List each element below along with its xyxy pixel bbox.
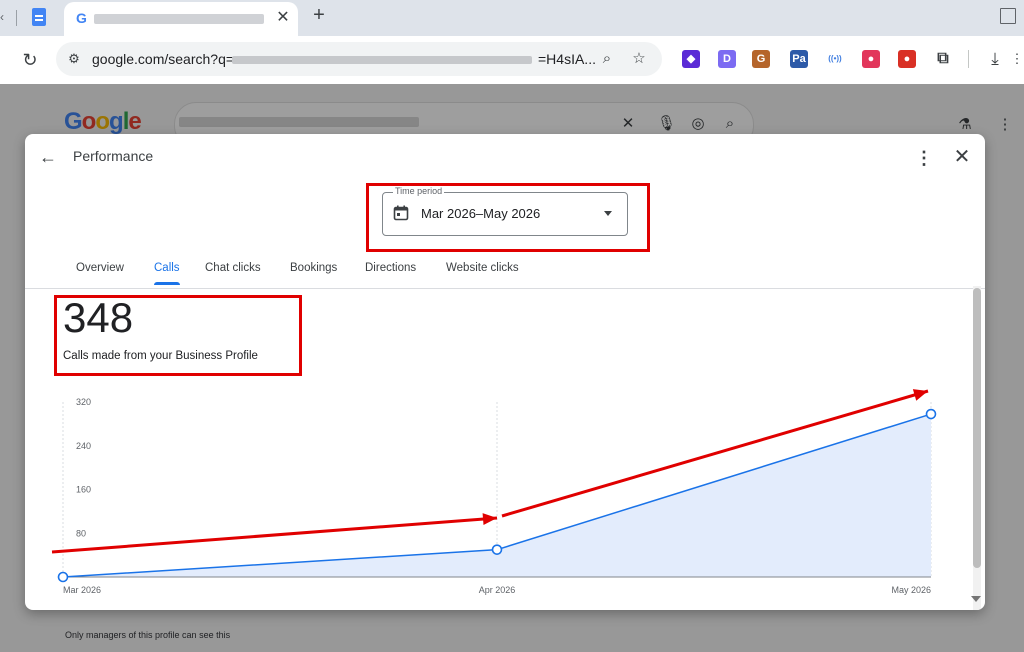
google-favicon-icon: G <box>76 10 87 26</box>
puzzle-extension-icon[interactable]: ⧉ <box>934 50 952 68</box>
download-icon[interactable]: ⤓ <box>984 48 1006 70</box>
url-suffix: =H4sIA... <box>538 51 596 67</box>
scrollbar-thumb[interactable] <box>973 288 981 568</box>
pin-extension-icon[interactable]: ● <box>898 50 916 68</box>
data-point <box>57 571 69 583</box>
scroll-down-icon[interactable] <box>971 596 981 602</box>
y-tick-label: 320 <box>76 397 91 407</box>
browser-toolbar: ↻ ⚙ google.com/search?q= =H4sIA... ⌕ ☆ ◆… <box>0 36 1024 84</box>
tab-title-redacted <box>94 14 264 24</box>
url-redacted <box>232 56 532 64</box>
apps-grid-icon[interactable]: ⋮ <box>1010 48 1024 70</box>
tab-separator <box>16 10 17 26</box>
y-tick-label: 160 <box>76 485 91 495</box>
zoom-icon[interactable]: ⌕ <box>598 50 616 68</box>
calls-chart: 80 160 240 320 Mar 2026 Apr 2026 May 2026 <box>57 397 937 595</box>
new-tab-button[interactable]: + <box>308 4 330 26</box>
g-extension-icon[interactable]: G <box>752 50 770 68</box>
diamond-extension-icon[interactable]: ◆ <box>682 50 700 68</box>
data-point <box>491 544 503 555</box>
docs-tab-icon[interactable] <box>32 8 46 26</box>
url-prefix: google.com/search?q= <box>92 51 235 67</box>
managers-note: Only managers of this profile can see th… <box>65 630 231 640</box>
d-extension-icon[interactable]: D <box>718 50 736 68</box>
bookmark-star-icon[interactable]: ☆ <box>630 50 648 68</box>
performance-dialog: ← Performance ⋮ ✕ Time period Mar 2026–M… <box>25 134 985 610</box>
broadcast-extension-icon[interactable]: ((•)) <box>826 50 844 68</box>
reload-icon[interactable]: ↻ <box>18 48 42 72</box>
y-tick-label: 80 <box>76 528 86 538</box>
site-settings-icon[interactable]: ⚙ <box>66 51 82 67</box>
x-tick-label: Apr 2026 <box>479 585 516 595</box>
address-bar[interactable]: ⚙ google.com/search?q= =H4sIA... ⌕ ☆ <box>56 42 662 76</box>
active-tab[interactable]: G ✕ <box>64 2 298 36</box>
toolbar-divider <box>968 50 969 68</box>
data-point <box>925 408 937 420</box>
tab-close-icon[interactable]: ✕ <box>274 9 292 27</box>
tab-scroll-icon[interactable]: ‹ <box>0 10 6 24</box>
restore-window-icon[interactable] <box>1000 8 1016 24</box>
patreon-extension-icon[interactable]: Pa <box>790 50 808 68</box>
color-wheel-extension-icon[interactable]: ● <box>862 50 880 68</box>
y-tick-label: 240 <box>76 441 91 451</box>
x-tick-label: May 2026 <box>891 585 931 595</box>
browser-tab-strip: ‹ G ✕ + <box>0 0 1024 36</box>
x-tick-label: Mar 2026 <box>63 585 101 595</box>
